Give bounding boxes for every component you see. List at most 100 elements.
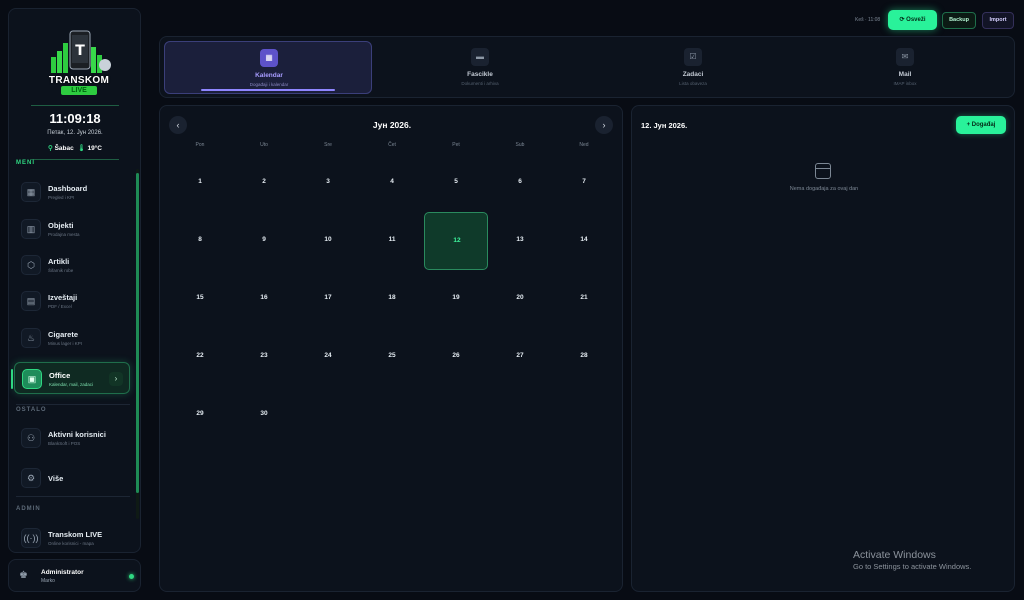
- calendar-day[interactable]: 30: [232, 386, 296, 444]
- weekday-label: Ned: [579, 142, 589, 148]
- add-event-button[interactable]: + Događaj: [956, 116, 1006, 134]
- sidebar-item-transkom-live[interactable]: ((·)) Transkom LIVE Online korisnici - m…: [14, 522, 130, 552]
- backup-button[interactable]: Backup: [942, 12, 976, 29]
- calendar-day[interactable]: 3: [296, 154, 360, 212]
- calendar-day-number: 17: [324, 294, 332, 301]
- sidebar-item-vise[interactable]: ⚙ Više: [14, 462, 130, 494]
- calendar-day-number: 21: [580, 294, 588, 301]
- calendar-day[interactable]: 9: [232, 212, 296, 270]
- sidebar-item-sub: PDF / Excel: [48, 304, 72, 309]
- calendar-day[interactable]: 16: [232, 270, 296, 328]
- calendar-day[interactable]: 6: [488, 154, 552, 212]
- office-tabs: ▦ Kalendar Događaji i kalendar ▬ Fascikl…: [159, 36, 1015, 98]
- calendar-day-number: 20: [516, 294, 524, 301]
- calendar-day[interactable]: 22: [168, 328, 232, 386]
- calendar-day[interactable]: 25: [360, 328, 424, 386]
- box-icon: ⬡: [21, 255, 41, 275]
- chevron-right-icon: ›: [109, 372, 123, 386]
- import-button[interactable]: Import: [982, 12, 1014, 29]
- calendar-day-today[interactable]: 12: [424, 212, 488, 270]
- calendar-day[interactable]: 19: [424, 270, 488, 328]
- calendar-day[interactable]: 2: [232, 154, 296, 212]
- logo-graphic-icon: T: [51, 30, 111, 73]
- clock-widget: 11:09:18 Петак, 12. Јун 2026. ⚲ Šabac 🌡 …: [31, 105, 119, 160]
- brand-logo: T TRANSKOM LIVE: [37, 27, 121, 95]
- sidebar-item-aktivni-korisnici[interactable]: ⚇ Aktivni korisnici BlankSoft i POS: [14, 422, 130, 454]
- tab-label: Fascikle: [467, 71, 493, 78]
- online-status-dot: [129, 574, 134, 579]
- calendar-panel: ‹ Јун 2026. › Pon Uto Sre Čet Pet Sub Ned 1234…: [159, 105, 623, 592]
- tab-label: Zadaci: [682, 71, 704, 78]
- calendar-day[interactable]: 29: [168, 386, 232, 444]
- calendar-day[interactable]: 15: [168, 270, 232, 328]
- tab-kalendar[interactable]: ▦ Kalendar Događaji i kalendar: [164, 41, 372, 94]
- calendar-day-number: 15: [196, 294, 204, 301]
- user-avatar-icon: ♚: [19, 570, 28, 581]
- tab-sub: Lista obaveza: [679, 81, 707, 86]
- sidebar-item-izvestaji[interactable]: ▤ Izveštaji PDF / Excel: [14, 285, 130, 317]
- scrollbar-thumb[interactable]: [136, 173, 139, 493]
- calendar-day[interactable]: 5: [424, 154, 488, 212]
- calendar-day-number: 12: [453, 237, 461, 244]
- sidebar-item-label: Office: [49, 371, 71, 380]
- sidebar-item-office[interactable]: ▣ Office Kalendar, mail, zadaci ›: [11, 362, 130, 394]
- tab-mail[interactable]: ✉ Mail IMAP inbox: [801, 41, 1009, 94]
- calendar-day[interactable]: 18: [360, 270, 424, 328]
- calendar-day[interactable]: 14: [552, 212, 616, 270]
- calendar-day[interactable]: 21: [552, 270, 616, 328]
- sidebar-item-sub: Šifarnik robe: [48, 268, 74, 273]
- calendar-day[interactable]: 10: [296, 212, 360, 270]
- add-event-label: Događaj: [971, 122, 996, 128]
- flame-icon: ♨: [21, 328, 41, 348]
- calendar-day[interactable]: 24: [296, 328, 360, 386]
- weekday-label: Čet: [388, 142, 396, 148]
- sidebar-item-artikli[interactable]: ⬡ Artikli Šifarnik robe: [14, 249, 130, 281]
- calendar-day-number: 14: [580, 236, 588, 243]
- sidebar-item-label: Artikli: [48, 257, 70, 266]
- plus-icon: +: [966, 122, 971, 128]
- tab-sub: Događaji i kalendar: [249, 82, 289, 87]
- calendar-day[interactable]: 28: [552, 328, 616, 386]
- sidebar-item-dashboard[interactable]: ▦ Dashboard Pregled i KPI: [14, 176, 130, 208]
- svg-text:T: T: [75, 43, 85, 59]
- sidebar-scrollbar[interactable]: [136, 169, 139, 519]
- calendar-day[interactable]: 4: [360, 154, 424, 212]
- tab-zadaci[interactable]: ☑ Zadaci Lista obaveza: [589, 41, 797, 94]
- calendar-day[interactable]: 1: [168, 154, 232, 212]
- user-profile[interactable]: ♚ Administrator Marko: [8, 559, 141, 592]
- mail-icon: ✉: [896, 48, 914, 66]
- tab-fascikle[interactable]: ▬ Fascikle Dokumenti i arhiva: [376, 41, 584, 94]
- calendar-day[interactable]: 8: [168, 212, 232, 270]
- calendar-day-number: 18: [388, 294, 396, 301]
- calendar-day[interactable]: 17: [296, 270, 360, 328]
- sidebar-item-sub: Minus lager i KPI: [48, 341, 83, 346]
- weekday-label: Sre: [324, 142, 332, 148]
- calendar-day[interactable]: 13: [488, 212, 552, 270]
- dashboard-icon: ▦: [21, 182, 41, 202]
- weekday-label: Pet: [452, 142, 460, 148]
- calendar-day[interactable]: 23: [232, 328, 296, 386]
- sidebar-item-objekti[interactable]: ▥ Objekti Prodajna mesta: [14, 213, 130, 245]
- tab-active-indicator: [201, 89, 335, 91]
- calendar-day[interactable]: 7: [552, 154, 616, 212]
- calendar-day[interactable]: 26: [424, 328, 488, 386]
- refresh-button[interactable]: ⟳ Osveži: [888, 10, 937, 30]
- calendar-day-number: 7: [582, 178, 586, 185]
- calendar-day-number: 27: [516, 352, 524, 359]
- next-month-button[interactable]: ›: [595, 116, 613, 134]
- clock-time: 11:09:18: [49, 111, 101, 126]
- calendar-day[interactable]: 11: [360, 212, 424, 270]
- section-other: OSTALO: [16, 407, 47, 413]
- user-role: Administrator: [41, 569, 84, 576]
- clock-temp: 19°C: [87, 145, 102, 152]
- calendar-day[interactable]: 20: [488, 270, 552, 328]
- calendar-day-number: 2: [262, 178, 266, 185]
- calendar-month-title: Јун 2026.: [372, 120, 412, 130]
- calendar-day-number: 11: [388, 236, 396, 243]
- calendar-day-number: 30: [260, 410, 268, 417]
- sidebar-item-cigarete[interactable]: ♨ Cigarete Minus lager i KPI: [14, 322, 130, 354]
- calendar-icon: ▦: [260, 49, 278, 67]
- sidebar-item-label: Aktivni korisnici: [48, 430, 106, 439]
- calendar-day[interactable]: 27: [488, 328, 552, 386]
- calendar-day-number: 24: [324, 352, 332, 359]
